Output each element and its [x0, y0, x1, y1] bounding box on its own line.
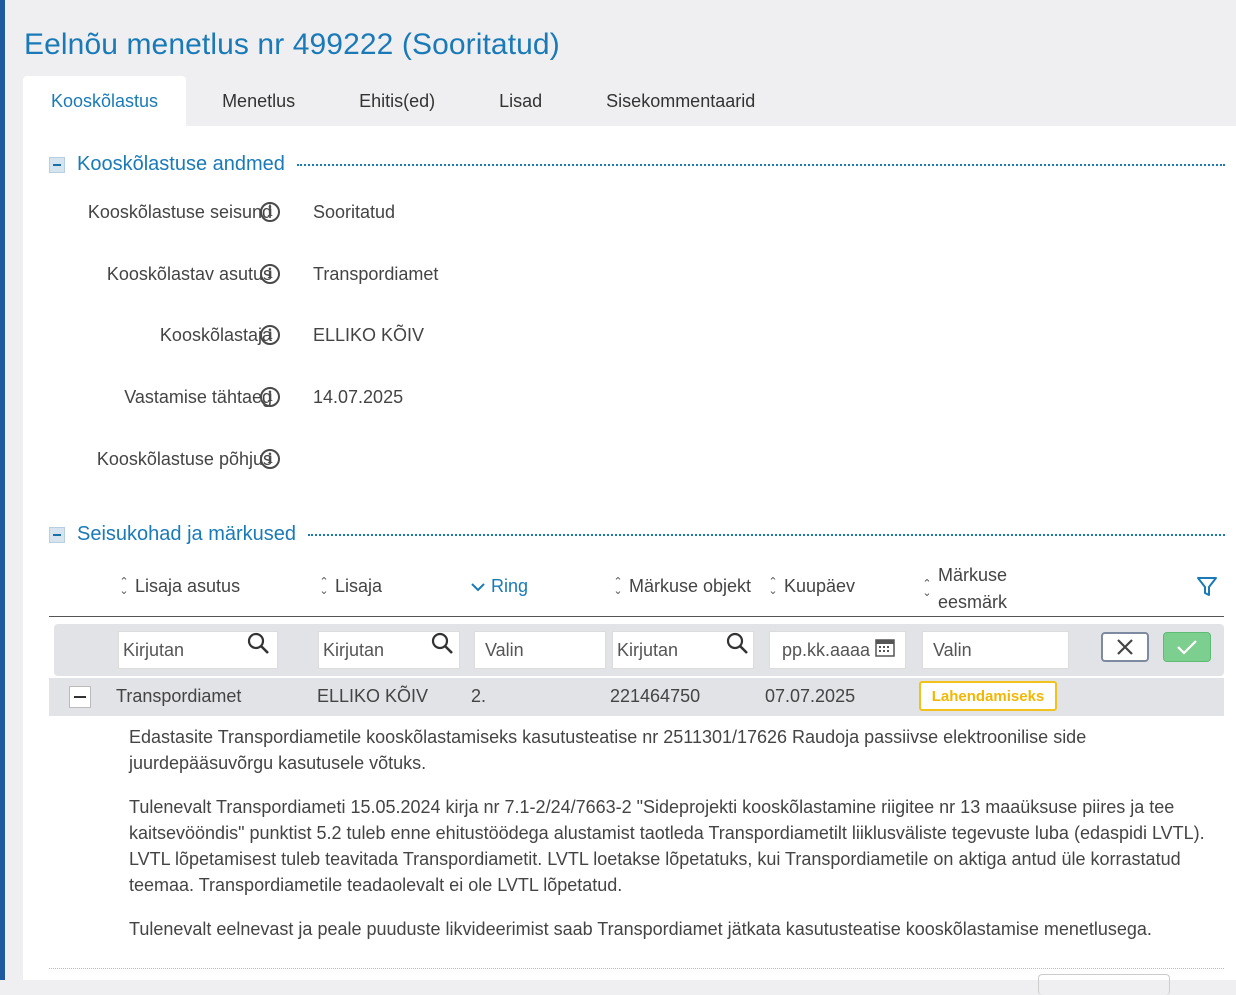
collapse-icon[interactable]	[49, 156, 65, 173]
cell-kuupaev: 07.07.2025	[765, 686, 856, 706]
sort-icon: ⌃ ⌄	[319, 575, 329, 597]
comment-body: Edastasite Transpordiametile kooskõlasta…	[129, 724, 1209, 960]
tab-lisad[interactable]: Lisad	[467, 76, 574, 126]
field-value: Transpordiamet	[313, 264, 439, 284]
info-icon[interactable]: i	[260, 387, 280, 407]
comment-paragraph: Edastasite Transpordiametile kooskõlasta…	[129, 727, 1087, 773]
status-badge: Lahendamiseks	[919, 681, 1057, 711]
field-label: Kooskõlastuse põhjus	[96, 449, 272, 469]
sort-icon: ⌃ ⌄	[119, 575, 129, 597]
sort-icon: ⌃ ⌄	[768, 575, 778, 597]
column-label: Märkuse objekt	[629, 576, 752, 596]
field-asutus: Kooskõlastav asutus i Transpordiamet	[23, 262, 623, 292]
collapse-icon[interactable]	[49, 526, 65, 543]
info-icon[interactable]: i	[260, 264, 280, 284]
check-icon	[1177, 640, 1197, 655]
calendar-icon[interactable]	[875, 637, 895, 657]
filter-ring-select[interactable]	[474, 631, 606, 669]
clear-filters-button[interactable]	[1101, 632, 1149, 662]
search-icon[interactable]	[430, 631, 454, 655]
section-title: Kooskõlastuse andmed	[77, 153, 285, 175]
column-markuse-eesmark[interactable]: ⌃ ⌄ Märkuse eesmärk	[920, 562, 1007, 616]
column-label: Lisaja asutus	[135, 576, 241, 596]
section-divider	[308, 533, 1225, 536]
field-value: 14.07.2025	[313, 387, 404, 407]
cell-ring: 2.	[471, 686, 487, 706]
field-seisund: Kooskõlastuse seisund i Sooritatud	[23, 200, 623, 230]
page-title: Eelnõu menetlus nr 499222 (Sooritatud)	[24, 28, 560, 61]
column-label-line: Märkuse	[938, 565, 1008, 585]
field-label: Vastamise tähtaeg	[124, 387, 272, 407]
section-kooskolastuse-andmed-header: Kooskõlastuse andmed	[49, 153, 1225, 176]
apply-filters-button[interactable]	[1163, 632, 1211, 662]
column-label: Märkuse eesmärk	[938, 562, 1007, 616]
chevron-down-icon	[471, 582, 485, 591]
column-ring[interactable]: Ring	[471, 576, 528, 597]
left-accent-strip	[0, 0, 5, 980]
section-divider	[296, 163, 1225, 166]
cell-asutus: Transpordiamet	[116, 686, 242, 706]
field-label: Kooskõlastav asutus	[106, 264, 272, 284]
table-header-line	[49, 616, 1224, 617]
info-icon[interactable]: i	[260, 325, 280, 345]
column-label: Lisaja	[335, 576, 383, 596]
row-collapse-icon[interactable]	[69, 686, 91, 708]
column-label: Kuupäev	[784, 576, 856, 596]
tab-menetlus[interactable]: Menetlus	[186, 76, 327, 126]
column-label-line: eesmärk	[938, 592, 1008, 612]
column-markuse-objekt[interactable]: ⌃ ⌄ Märkuse objekt	[611, 576, 751, 597]
search-icon[interactable]	[725, 631, 749, 655]
filter-eesmark-select[interactable]	[922, 631, 1069, 669]
tab-panel: Kooskõlastuse andmed Kooskõlastuse seisu…	[23, 126, 1236, 995]
close-icon	[1117, 639, 1133, 655]
info-icon[interactable]: i	[260, 449, 280, 469]
cell-lisaja: ELLIKO KÕIV	[317, 686, 429, 706]
cell-objekt: 221464750	[610, 686, 701, 706]
section-title: Seisukohad ja märkused	[77, 523, 297, 545]
partial-button[interactable]	[1038, 974, 1170, 995]
field-value: ELLIKO KÕIV	[313, 325, 425, 345]
column-lisaja[interactable]: ⌃ ⌄ Lisaja	[317, 576, 382, 597]
field-label: Kooskõlastuse seisund	[87, 202, 272, 222]
field-tahtaeg: Vastamise tähtaeg i 14.07.2025	[23, 385, 623, 415]
tab-bar: Kooskõlastus Menetlus Ehitis(ed) Lisad S…	[23, 76, 787, 126]
field-pohjus: Kooskõlastuse põhjus i	[23, 447, 623, 477]
table-row[interactable]: Transpordiamet ELLIKO KÕIV 2. 221464750 …	[49, 678, 1224, 716]
sort-icon: ⌃ ⌄	[613, 575, 623, 597]
column-label: Ring	[491, 576, 529, 596]
tab-ehitised[interactable]: Ehitis(ed)	[327, 76, 467, 126]
field-kooskolastaja: Kooskõlastaja i ELLIKO KÕIV	[23, 323, 623, 353]
comment-paragraph: Tulenevalt eelnevast ja peale puuduste l…	[129, 919, 1152, 939]
field-label: Kooskõlastaja	[159, 325, 272, 345]
search-icon[interactable]	[246, 631, 270, 655]
tab-sisekommentaarid[interactable]: Sisekommentaarid	[574, 76, 787, 126]
row-divider	[49, 968, 1224, 969]
info-icon[interactable]: i	[260, 202, 280, 222]
sort-icon: ⌃ ⌄	[922, 578, 932, 599]
tab-kooskolastus[interactable]: Kooskõlastus	[23, 76, 187, 126]
column-lisaja-asutus[interactable]: ⌃ ⌄ Lisaja asutus	[117, 576, 240, 597]
filter-bar	[54, 624, 1224, 676]
comment-paragraph: Tulenevalt Transpordiameti 15.05.2024 ki…	[129, 797, 1205, 895]
column-kuupaev[interactable]: ⌃ ⌄ Kuupäev	[766, 576, 855, 597]
filter-icon[interactable]	[1196, 576, 1218, 598]
field-value: Sooritatud	[313, 202, 396, 222]
section-seisukohad-header: Seisukohad ja märkused	[49, 523, 1225, 546]
